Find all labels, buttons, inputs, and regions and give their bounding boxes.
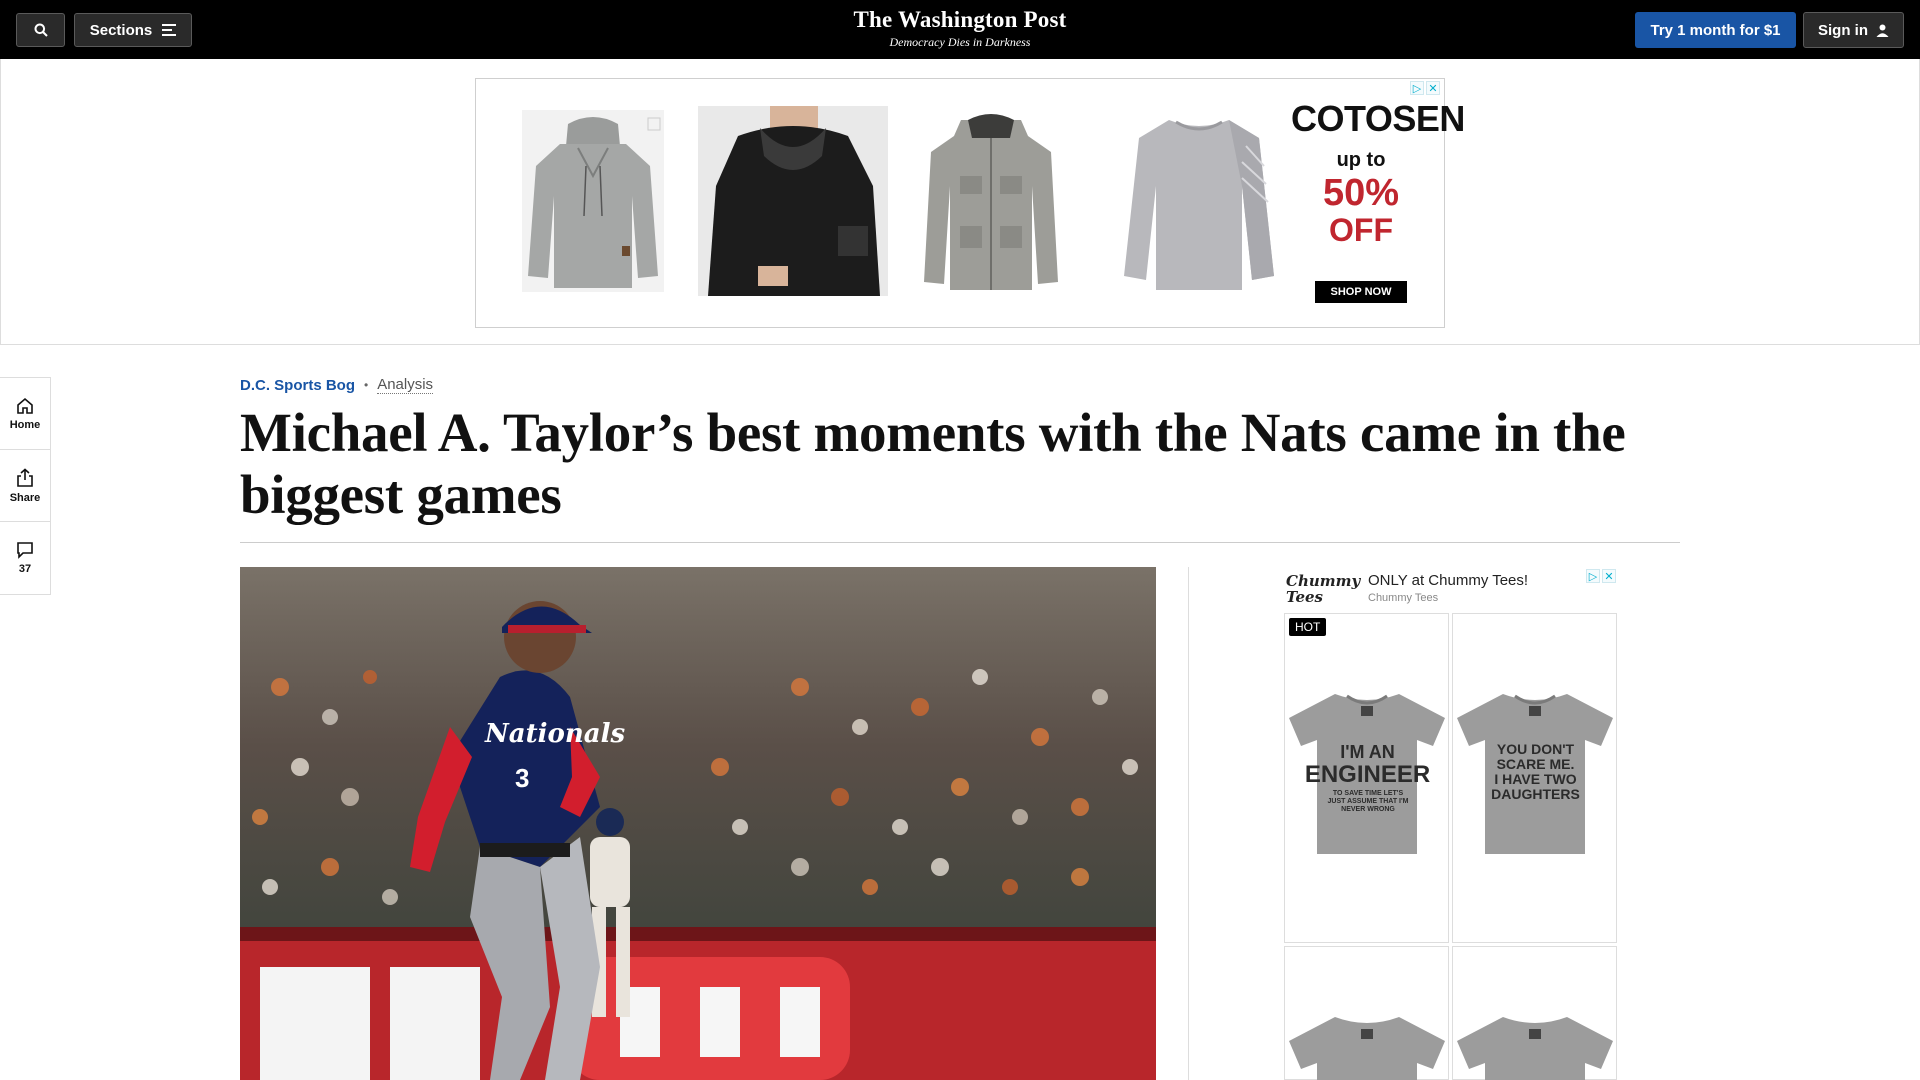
- tee-engineer-line2: ENGINEER: [1304, 761, 1431, 788]
- kicker-separator: •: [364, 378, 369, 392]
- rail-home-button[interactable]: Home: [0, 378, 50, 450]
- article-kicker: D.C. Sports Bog • Analysis: [240, 376, 434, 394]
- svg-text:3: 3: [515, 763, 529, 793]
- sign-in-button[interactable]: Sign in: [1803, 12, 1904, 48]
- subscribe-button[interactable]: Try 1 month for $1: [1635, 12, 1796, 48]
- tee-engineer-line3: TO SAVE TIME LET'S JUST ASSUME THAT I'M …: [1327, 790, 1409, 813]
- top-banner-ad[interactable]: ▷ ✕ COTOSEN up to 50% OFF SHOP NOW: [475, 78, 1465, 328]
- product-black-sweater[interactable]: [698, 106, 888, 296]
- ad-off: OFF: [1329, 212, 1393, 248]
- search-icon: [34, 23, 48, 37]
- rail-comments-count: 37: [18, 563, 32, 575]
- rail-home-label: Home: [9, 418, 41, 431]
- tee-tile-engineer[interactable]: HOT I'M AN ENGINEER TO SAVE TIME LET'S J…: [1284, 613, 1449, 943]
- chummy-ad-title: ONLY at Chummy Tees!: [1368, 572, 1529, 589]
- sections-menu-button[interactable]: Sections: [74, 13, 192, 47]
- tee-engineer-line1: I'M AN: [1340, 742, 1395, 762]
- close-icon[interactable]: ✕: [1426, 81, 1440, 95]
- search-button[interactable]: [16, 13, 65, 47]
- product-gray-sweatshirt[interactable]: [1104, 106, 1294, 296]
- close-icon[interactable]: ✕: [1602, 569, 1616, 583]
- rail-share-label: Share: [9, 491, 41, 504]
- left-action-rail: Home Share 37: [0, 377, 51, 595]
- masthead[interactable]: The Washington Post Democracy Dies in Da…: [760, 6, 1160, 50]
- ad-discount-percent: 50%: [1322, 172, 1400, 214]
- comment-icon: [17, 542, 33, 559]
- right-rail-ad[interactable]: Chummy Tees ONLY at Chummy Tees! Chummy …: [1284, 567, 1618, 1080]
- product-gray-jacket[interactable]: [896, 106, 1086, 296]
- home-icon: [17, 397, 33, 414]
- rail-share-button[interactable]: Share: [0, 450, 50, 522]
- tee-tile-daughters[interactable]: YOU DON'T SCARE ME. I HAVE TWO DAUGHTERS: [1452, 613, 1617, 943]
- share-icon: [17, 467, 33, 487]
- ad-up-to: up to: [1336, 149, 1386, 171]
- tee-daughters-line1: YOU DON'T: [1496, 741, 1575, 757]
- chummy-ad-header[interactable]: Chummy Tees ONLY at Chummy Tees! Chummy …: [1284, 567, 1618, 611]
- site-tagline: Democracy Dies in Darkness: [889, 35, 1031, 49]
- adchoices-icon[interactable]: ▷: [1410, 81, 1424, 95]
- sign-in-label: Sign in: [1818, 21, 1868, 39]
- section-link[interactable]: D.C. Sports Bog: [240, 377, 355, 394]
- ad-choices[interactable]: ▷ ✕: [1410, 81, 1440, 95]
- column-divider: [1188, 567, 1189, 1080]
- hot-badge: HOT: [1289, 618, 1327, 636]
- tee-daughters-line2: SCARE ME.: [1496, 756, 1575, 772]
- hero-photo[interactable]: Nationals 3: [240, 567, 1156, 1080]
- site-logo: The Washington Post: [853, 7, 1067, 32]
- ad-brand-block[interactable]: COTOSEN up to 50% OFF SHOP NOW: [1291, 98, 1465, 303]
- tee-tile-3[interactable]: [1284, 946, 1449, 1080]
- sections-label: Sections: [89, 21, 153, 39]
- hamburger-icon: [162, 24, 177, 36]
- tee-tile-4[interactable]: [1452, 946, 1617, 1080]
- chummy-logo: Chummy Tees: [1286, 572, 1361, 606]
- shop-now-button[interactable]: SHOP NOW: [1314, 281, 1408, 303]
- user-icon: [1876, 24, 1889, 37]
- tee-daughters-line4: DAUGHTERS: [1491, 786, 1580, 802]
- analysis-label[interactable]: Analysis: [377, 376, 434, 394]
- chummy-ad-subtitle: Chummy Tees: [1368, 592, 1439, 604]
- product-gray-hoodie[interactable]: [498, 106, 688, 296]
- svg-text:Nationals: Nationals: [484, 719, 625, 749]
- ad-brand-name: COTOSEN: [1291, 98, 1465, 139]
- adchoices-icon[interactable]: ▷: [1586, 569, 1600, 583]
- article-headline: Michael A. Taylor’s best moments with th…: [240, 402, 1626, 525]
- rail-comments-button[interactable]: 37: [0, 522, 50, 594]
- headline-divider: [240, 542, 1680, 543]
- top-navigation-bar: Sections The Washington Post Democracy D…: [0, 0, 1920, 59]
- tee-daughters-line3: I HAVE TWO: [1494, 771, 1577, 787]
- right-ad-choices[interactable]: ▷ ✕: [1586, 569, 1616, 583]
